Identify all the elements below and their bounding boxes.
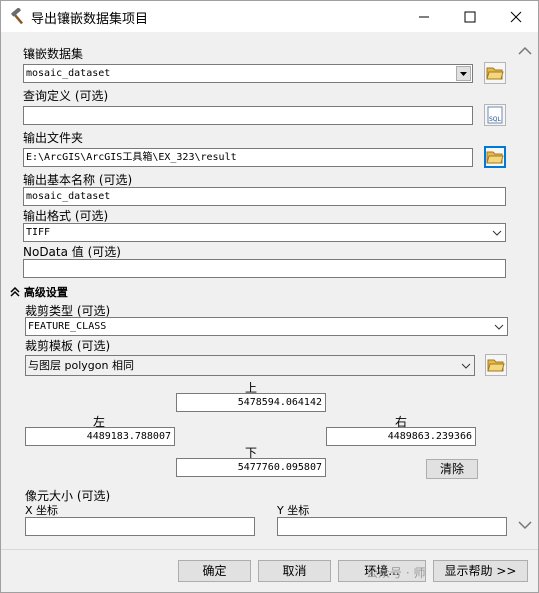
watermark: 公众号 · 师 (366, 566, 426, 580)
extent-right-input[interactable]: 4489863.239366 (326, 427, 476, 446)
nodata-input[interactable] (23, 259, 506, 278)
svg-text:SQL: SQL (489, 116, 502, 123)
clip-template-label: 裁剪模板 (可选) (25, 339, 111, 353)
sql-builder-button[interactable]: SQL (484, 104, 506, 126)
output-format-select[interactable]: TIFF (23, 223, 506, 242)
nodata-label: NoData 值 (可选) (23, 245, 121, 259)
close-icon (510, 11, 522, 22)
ok-button[interactable]: 确定 (178, 560, 251, 582)
query-definition-input[interactable] (23, 106, 473, 125)
chevron-down-icon (494, 324, 504, 330)
cancel-button[interactable]: 取消 (258, 560, 331, 582)
folder-open-icon (486, 151, 504, 164)
mosaic-dataset-value: mosaic_dataset (26, 68, 111, 79)
clip-type-select[interactable]: FEATURE_CLASS (25, 317, 508, 336)
mosaic-dataset-label: 镶嵌数据集 (23, 47, 84, 61)
footer-divider (1, 549, 538, 550)
scroll-up-icon[interactable] (515, 44, 535, 58)
output-folder-input[interactable]: E:\ArcGIS\ArcGIS工具箱\EX_323\result (23, 148, 473, 167)
hammer-icon (9, 7, 27, 26)
mosaic-dataset-dropdown-button[interactable] (456, 66, 471, 81)
minimize-icon (419, 16, 429, 17)
cell-size-x-input[interactable] (25, 517, 255, 536)
chevron-down-icon (492, 230, 502, 236)
extent-left-input[interactable]: 4489183.788007 (25, 427, 175, 446)
window-title: 导出镶嵌数据集项目 (31, 12, 149, 27)
clip-type-value: FEATURE_CLASS (28, 321, 107, 332)
cell-size-y-label: Y 坐标 (277, 504, 310, 517)
browse-clip-template-button[interactable] (485, 354, 507, 376)
cell-size-y-input[interactable] (277, 517, 507, 536)
extent-top-input[interactable]: 5478594.064142 (176, 393, 326, 412)
chevron-down-icon (461, 363, 471, 369)
triangle-down-icon (460, 72, 467, 76)
output-format-label: 输出格式 (可选) (23, 209, 109, 223)
output-format-value: TIFF (26, 227, 51, 238)
extent-bottom-input[interactable]: 5477760.095807 (176, 458, 326, 477)
browse-mosaic-dataset-button[interactable] (484, 62, 506, 84)
folder-open-icon (487, 359, 505, 372)
advanced-settings-label: 高级设置 (23, 286, 68, 299)
cell-size-x-label: X 坐标 (25, 504, 59, 517)
clear-extent-button[interactable]: 清除 (426, 459, 478, 479)
show-help-button[interactable]: 显示帮助 >> (433, 560, 528, 582)
mosaic-dataset-combo[interactable]: mosaic_dataset (23, 64, 473, 83)
clip-template-select[interactable]: 与图层 polygon 相同 (25, 355, 475, 376)
output-base-name-label: 输出基本名称 (可选) (23, 173, 133, 187)
scroll-down-icon[interactable] (515, 518, 535, 532)
maximize-icon (464, 11, 476, 22)
minimize-button[interactable] (401, 1, 447, 32)
title-bar: 导出镶嵌数据集项目 (1, 1, 538, 32)
clip-template-value: 与图层 polygon 相同 (28, 359, 134, 372)
sql-icon: SQL (487, 106, 503, 124)
browse-output-folder-button[interactable] (484, 146, 506, 168)
advanced-settings-toggle[interactable]: 高级设置 (10, 284, 68, 300)
vertical-scrollbar[interactable] (515, 44, 535, 544)
maximize-button[interactable] (447, 1, 493, 32)
output-folder-label: 输出文件夹 (23, 131, 84, 145)
close-button[interactable] (493, 1, 538, 32)
output-base-name-input[interactable]: mosaic_dataset (23, 187, 506, 206)
collapse-chevron-icon (10, 286, 20, 297)
parameters-panel: 镶嵌数据集 mosaic_dataset 查询定义 (可选) SQL 输出文件夹… (1, 32, 538, 552)
folder-open-icon (486, 67, 504, 80)
export-mosaic-dataset-items-dialog: 导出镶嵌数据集项目 镶嵌数据集 mosaic_dataset 查询定义 (可选)… (0, 0, 539, 593)
query-definition-label: 查询定义 (可选) (23, 89, 109, 103)
